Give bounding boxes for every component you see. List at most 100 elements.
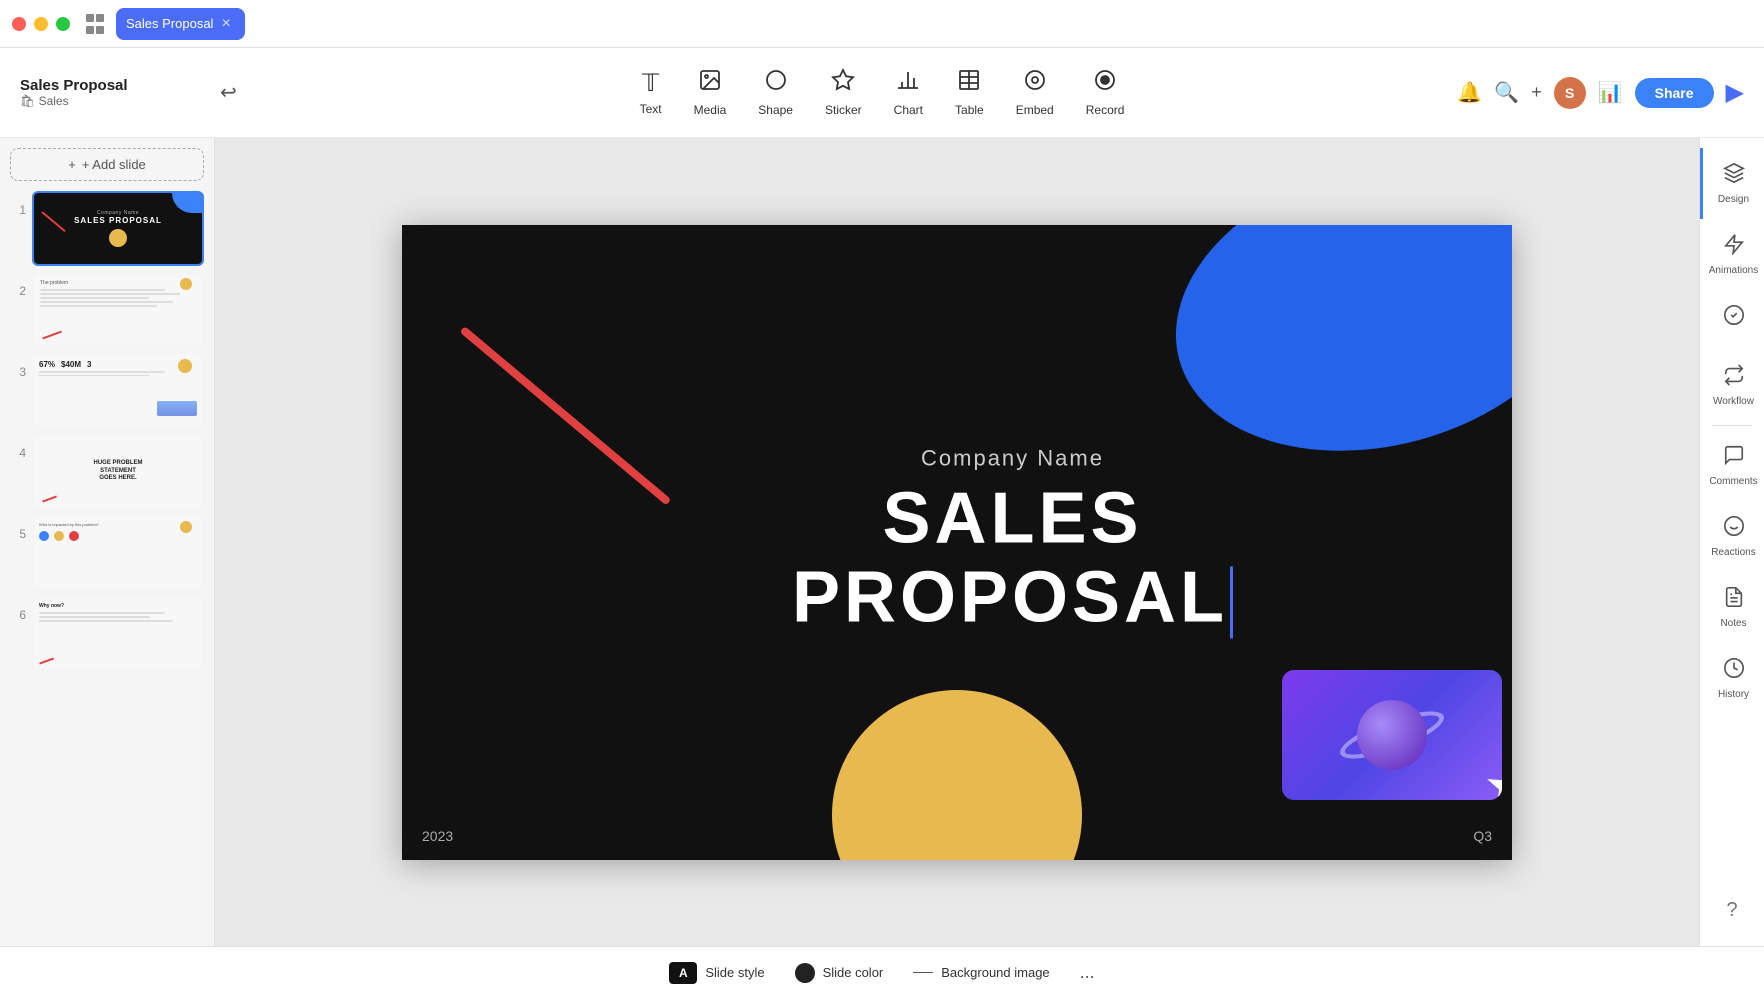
notes-icon xyxy=(1723,586,1745,614)
shape-tool[interactable]: Shape xyxy=(758,68,793,117)
grid-icon[interactable] xyxy=(84,13,106,35)
slide-canvas[interactable]: Company Name SALES PROPOSAL ➤ 2023 Q3 xyxy=(402,225,1512,860)
notes-label: Notes xyxy=(1720,618,1746,629)
maximize-window-control[interactable] xyxy=(56,17,70,31)
text-label: Text xyxy=(640,102,662,116)
slide-6-inner: Why now? xyxy=(34,598,202,669)
add-slide-label: + Add slide xyxy=(82,157,146,172)
media-icon xyxy=(698,68,722,99)
sidebar-item-design[interactable]: Design xyxy=(1700,148,1764,219)
toolbar-right: 🔔 🔍 + S 📊 Share ▶ xyxy=(1457,77,1744,109)
slide-4-inner: HUGE PROBLEMSTATEMENTGOES HERE. xyxy=(34,436,202,507)
background-image-label: Background image xyxy=(941,965,1049,980)
planet-visual xyxy=(1342,685,1442,785)
slide-6-wrap: 6 Why now? xyxy=(10,596,204,671)
share-button[interactable]: Share xyxy=(1635,78,1714,108)
comments-icon xyxy=(1723,444,1745,472)
planet-sticker[interactable]: ➤ xyxy=(1282,670,1502,800)
slide-2-wrap: 2 The problem xyxy=(10,272,204,347)
slide-2-inner: The problem xyxy=(34,274,202,345)
slide-3-thumbnail[interactable]: 67% $40M 3 xyxy=(32,353,204,428)
document-info: Sales Proposal 🛍 Sales xyxy=(20,77,128,108)
cursor-arrow: ➤ xyxy=(1482,759,1502,799)
embed-label: Embed xyxy=(1016,103,1054,117)
slide-2-red-line xyxy=(42,330,61,338)
play-button[interactable]: ▶ xyxy=(1726,78,1744,107)
slide-color-item[interactable]: Slide color xyxy=(795,963,884,983)
background-image-item[interactable]: Background image xyxy=(913,965,1049,980)
slide-5-number: 5 xyxy=(10,527,26,541)
document-tab[interactable]: Sales Proposal × xyxy=(116,8,245,40)
table-icon xyxy=(957,68,981,99)
add-slide-button[interactable]: + + Add slide xyxy=(10,148,204,181)
search-button[interactable]: 🔍 xyxy=(1494,80,1519,105)
sidebar-item-workflow[interactable]: Workflow xyxy=(1700,350,1764,421)
close-tab-button[interactable]: × xyxy=(221,15,230,33)
slide-4-number: 4 xyxy=(10,446,26,460)
media-label: Media xyxy=(694,103,727,117)
sticker-label: Sticker xyxy=(825,103,862,117)
slide-2-thumbnail[interactable]: The problem xyxy=(32,272,204,347)
slide-4-thumbnail[interactable]: HUGE PROBLEMSTATEMENTGOES HERE. xyxy=(32,434,204,509)
text-icon: 𝕋 xyxy=(642,69,659,98)
shape-icon xyxy=(764,68,788,99)
record-icon xyxy=(1093,68,1117,99)
help-button[interactable]: ? xyxy=(1712,885,1751,936)
sidebar-item-notes[interactable]: Notes xyxy=(1700,572,1764,643)
slide-1-blue-decor xyxy=(172,193,202,213)
more-options-button[interactable]: ... xyxy=(1080,962,1095,983)
slide-5-wrap: 5 Who is impacted by this problem? xyxy=(10,515,204,590)
sidebar-item-history[interactable]: History xyxy=(1700,643,1764,714)
slide-3-number: 3 xyxy=(10,365,26,379)
minimize-window-control[interactable] xyxy=(34,17,48,31)
sidebar-item-comments[interactable]: Comments xyxy=(1700,430,1764,501)
comments-label: Comments xyxy=(1709,476,1757,487)
undo-button[interactable]: ↩ xyxy=(220,80,237,105)
company-name-text: Company Name xyxy=(735,445,1290,471)
shape-label: Shape xyxy=(758,103,793,117)
add-button[interactable]: + xyxy=(1531,82,1542,103)
yellow-circle xyxy=(832,690,1082,860)
record-label: Record xyxy=(1086,103,1125,117)
chart-label: Chart xyxy=(894,103,923,117)
design-label: Design xyxy=(1718,194,1749,205)
history-icon xyxy=(1723,657,1745,685)
slide-5-thumbnail[interactable]: Who is impacted by this problem? xyxy=(32,515,204,590)
slide-6-thumbnail[interactable]: Why now? xyxy=(32,596,204,671)
analytics-button[interactable]: 📊 xyxy=(1598,80,1623,105)
embed-tool[interactable]: Embed xyxy=(1016,68,1054,117)
sidebar-item-reactions[interactable]: Reactions xyxy=(1700,501,1764,572)
sticker-tool[interactable]: Sticker xyxy=(825,68,862,117)
toolbar: Sales Proposal 🛍 Sales ↩ 𝕋 Text Media Sh… xyxy=(0,48,1764,138)
chart-tool[interactable]: Chart xyxy=(894,68,923,117)
undo-section: ↩ xyxy=(220,80,237,105)
slide-1-wrap: 1 Company Name SALES PROPOSAL xyxy=(10,191,204,266)
tool-group: 𝕋 Text Media Shape Sticker Chart xyxy=(640,68,1125,117)
bottom-bar: A Slide style Slide color Background ima… xyxy=(0,946,1764,998)
record-tool[interactable]: Record xyxy=(1086,68,1125,117)
media-tool[interactable]: Media xyxy=(694,68,727,117)
sidebar-item-check[interactable] xyxy=(1700,290,1764,350)
workflow-label: Workflow xyxy=(1713,396,1754,407)
slide-year: 2023 xyxy=(422,828,453,844)
text-tool[interactable]: 𝕋 Text xyxy=(640,69,662,116)
slide-color-dot xyxy=(795,963,815,983)
slide-text-area: Company Name SALES PROPOSAL xyxy=(735,445,1290,638)
background-image-line xyxy=(913,972,933,974)
main-area: + + Add slide 1 Company Name SALES PROPO… xyxy=(0,138,1764,946)
slide-style-badge: A xyxy=(669,962,697,984)
sidebar-item-animations[interactable]: Animations xyxy=(1700,219,1764,290)
slide-1-thumbnail[interactable]: Company Name SALES PROPOSAL xyxy=(32,191,204,266)
sidebar-divider-1 xyxy=(1712,425,1752,426)
cursor-line xyxy=(1230,567,1233,639)
slide-1-number: 1 xyxy=(10,203,26,217)
slide-style-item[interactable]: A Slide style xyxy=(669,962,764,984)
close-window-control[interactable] xyxy=(12,17,26,31)
right-sidebar: Design Animations Workflow Comments xyxy=(1699,138,1764,946)
slide-3-wrap: 3 67% $40M 3 xyxy=(10,353,204,428)
slide-1-yellow-circle xyxy=(109,229,127,247)
table-tool[interactable]: Table xyxy=(955,68,984,117)
slide-1-inner: Company Name SALES PROPOSAL xyxy=(34,193,202,264)
notification-button[interactable]: 🔔 xyxy=(1457,80,1482,105)
slide-1-red-line xyxy=(41,211,65,232)
